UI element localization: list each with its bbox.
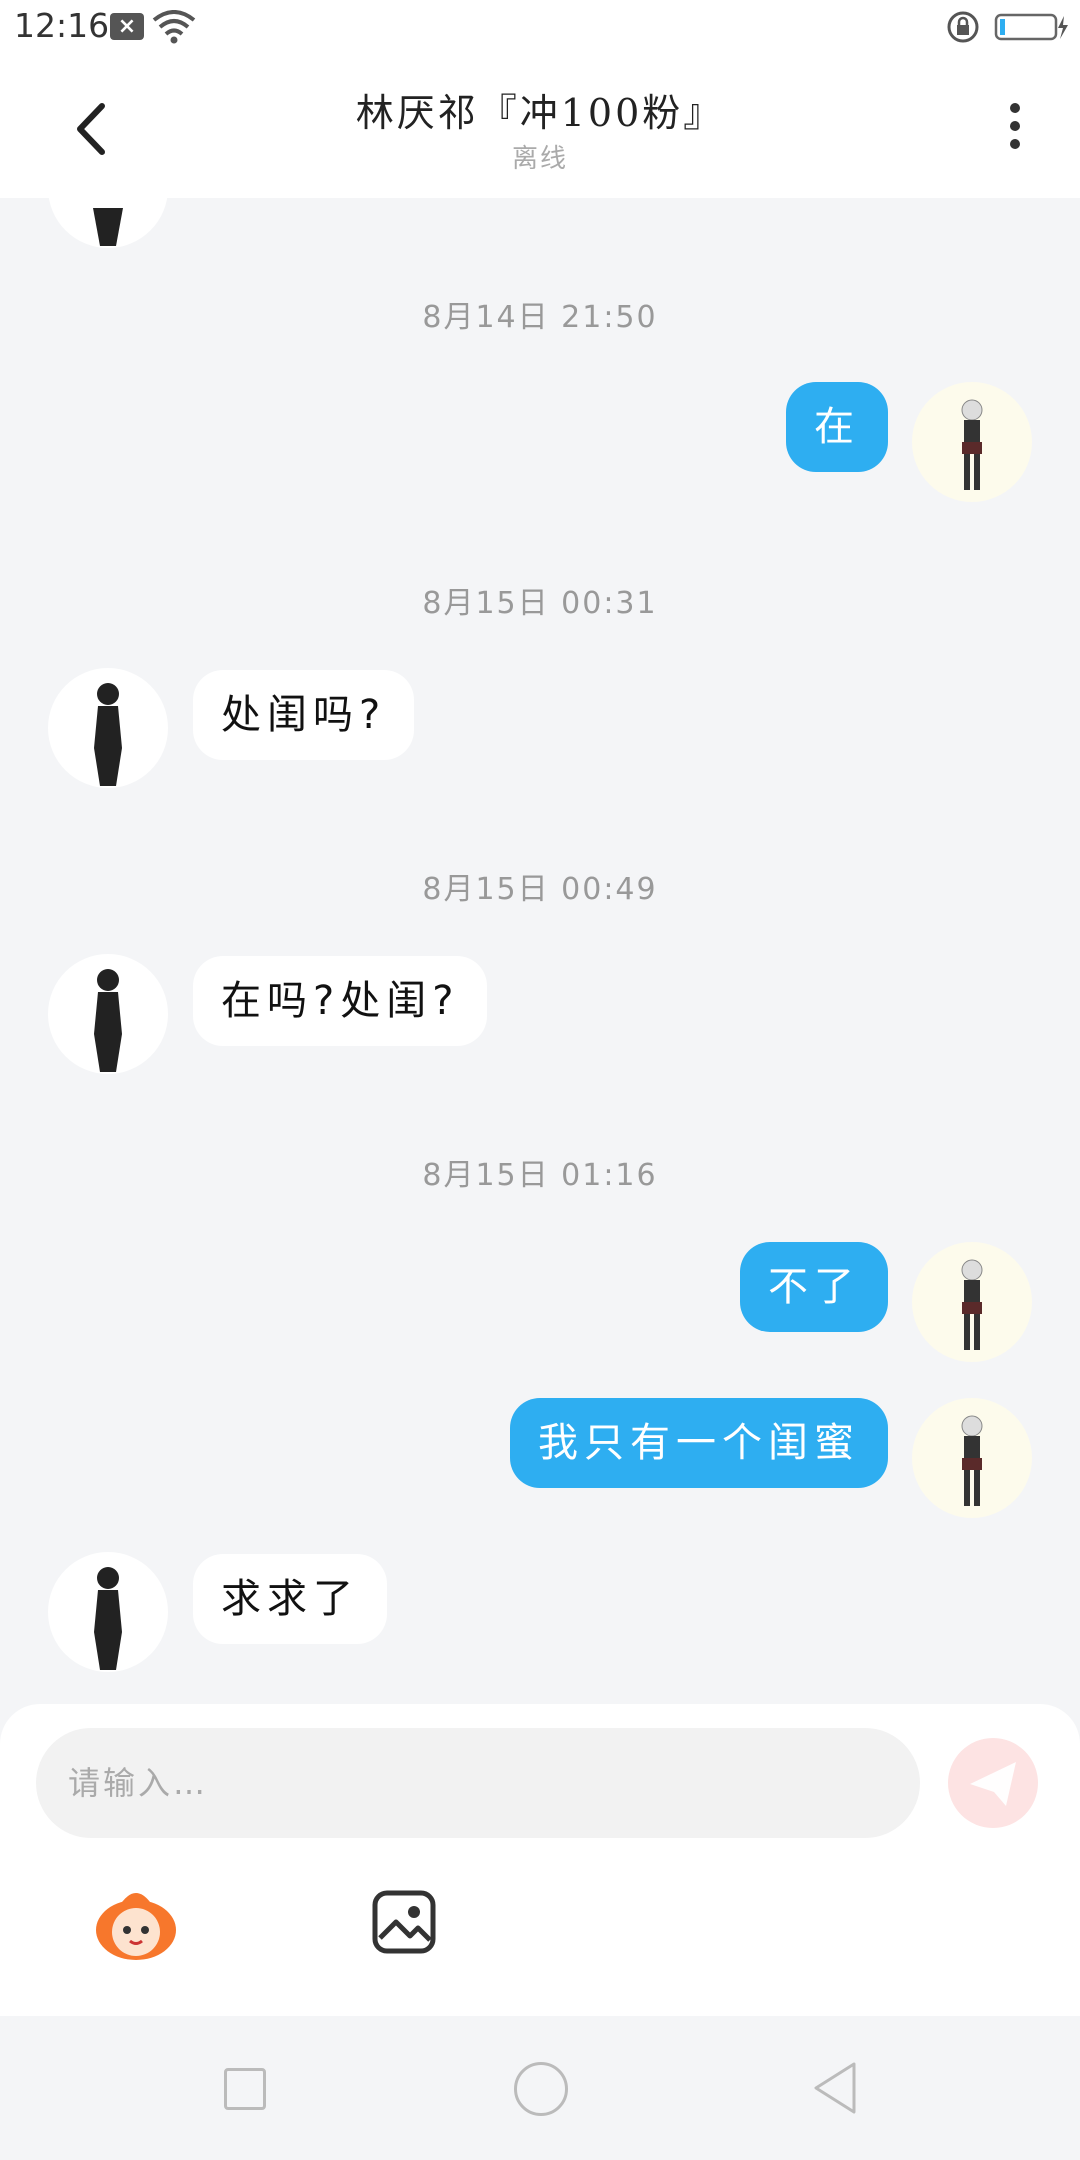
chat-header: 林厌祁『冲100粉』 离线 [0,54,1080,198]
message-bubble-other[interactable]: 处闺吗? [193,670,415,760]
wifi-icon [152,10,196,44]
status-time: 12:16 [14,6,110,45]
avatar[interactable] [912,382,1032,502]
avatar-figure-icon [961,1259,983,1350]
message-bubble-self[interactable]: 我只有一个闺蜜 [510,1398,888,1488]
dot-icon [1010,103,1020,113]
message-input[interactable]: 请输入… [36,1728,920,1838]
chat-title: 林厌祁『冲100粉』 [355,91,725,135]
composer-panel: 请输入… [0,1704,1080,2016]
rotation-lock-icon [947,11,979,43]
message-bubble-self[interactable]: 不了 [740,1242,888,1332]
avatar-figure-icon [93,208,123,246]
avatar-figure-icon [94,1567,122,1670]
avatar[interactable] [912,1242,1032,1362]
recent-apps-button[interactable] [224,2068,266,2110]
dot-icon [1010,139,1020,149]
back-nav-button[interactable] [810,2060,860,2116]
avatar[interactable] [912,1398,1032,1518]
avatar-figure-icon [94,683,122,786]
battery-icon [994,13,1068,41]
emoji-sticker-button[interactable] [92,1884,180,1964]
system-nav-bar [0,2016,1080,2160]
message-bubble-other[interactable]: 在吗?处闺? [193,956,488,1046]
avatar-figure-icon [94,969,122,1072]
avatar[interactable] [48,954,168,1074]
avatar[interactable] [48,668,168,788]
chat-status: 离线 [511,144,568,174]
message-timestamp: 8月15日 00:49 [422,872,658,907]
message-list[interactable]: 8月14日 21:50 在 8月15日 00:31 处闺吗? 8月15日 00:… [0,198,1080,1698]
message-bubble-self[interactable]: 在 [786,382,888,472]
notification-x-icon: × [110,13,144,40]
avatar[interactable] [48,1552,168,1672]
message-bubble-other[interactable]: 求求了 [193,1554,387,1644]
home-button[interactable] [514,2062,568,2116]
message-timestamp: 8月14日 21:50 [422,300,658,335]
message-timestamp: 8月15日 00:31 [422,586,658,621]
avatar-figure-icon [961,399,983,490]
image-picker-button[interactable] [372,1890,436,1954]
more-options-button[interactable] [1000,98,1030,158]
paper-plane-icon [970,1762,1016,1806]
avatar[interactable] [48,198,168,248]
avatar-figure-icon [961,1415,983,1506]
message-timestamp: 8月15日 01:16 [422,1158,658,1193]
dot-icon [1010,121,1020,131]
status-bar: 12:16 × [0,0,1080,54]
send-button[interactable] [948,1738,1038,1828]
